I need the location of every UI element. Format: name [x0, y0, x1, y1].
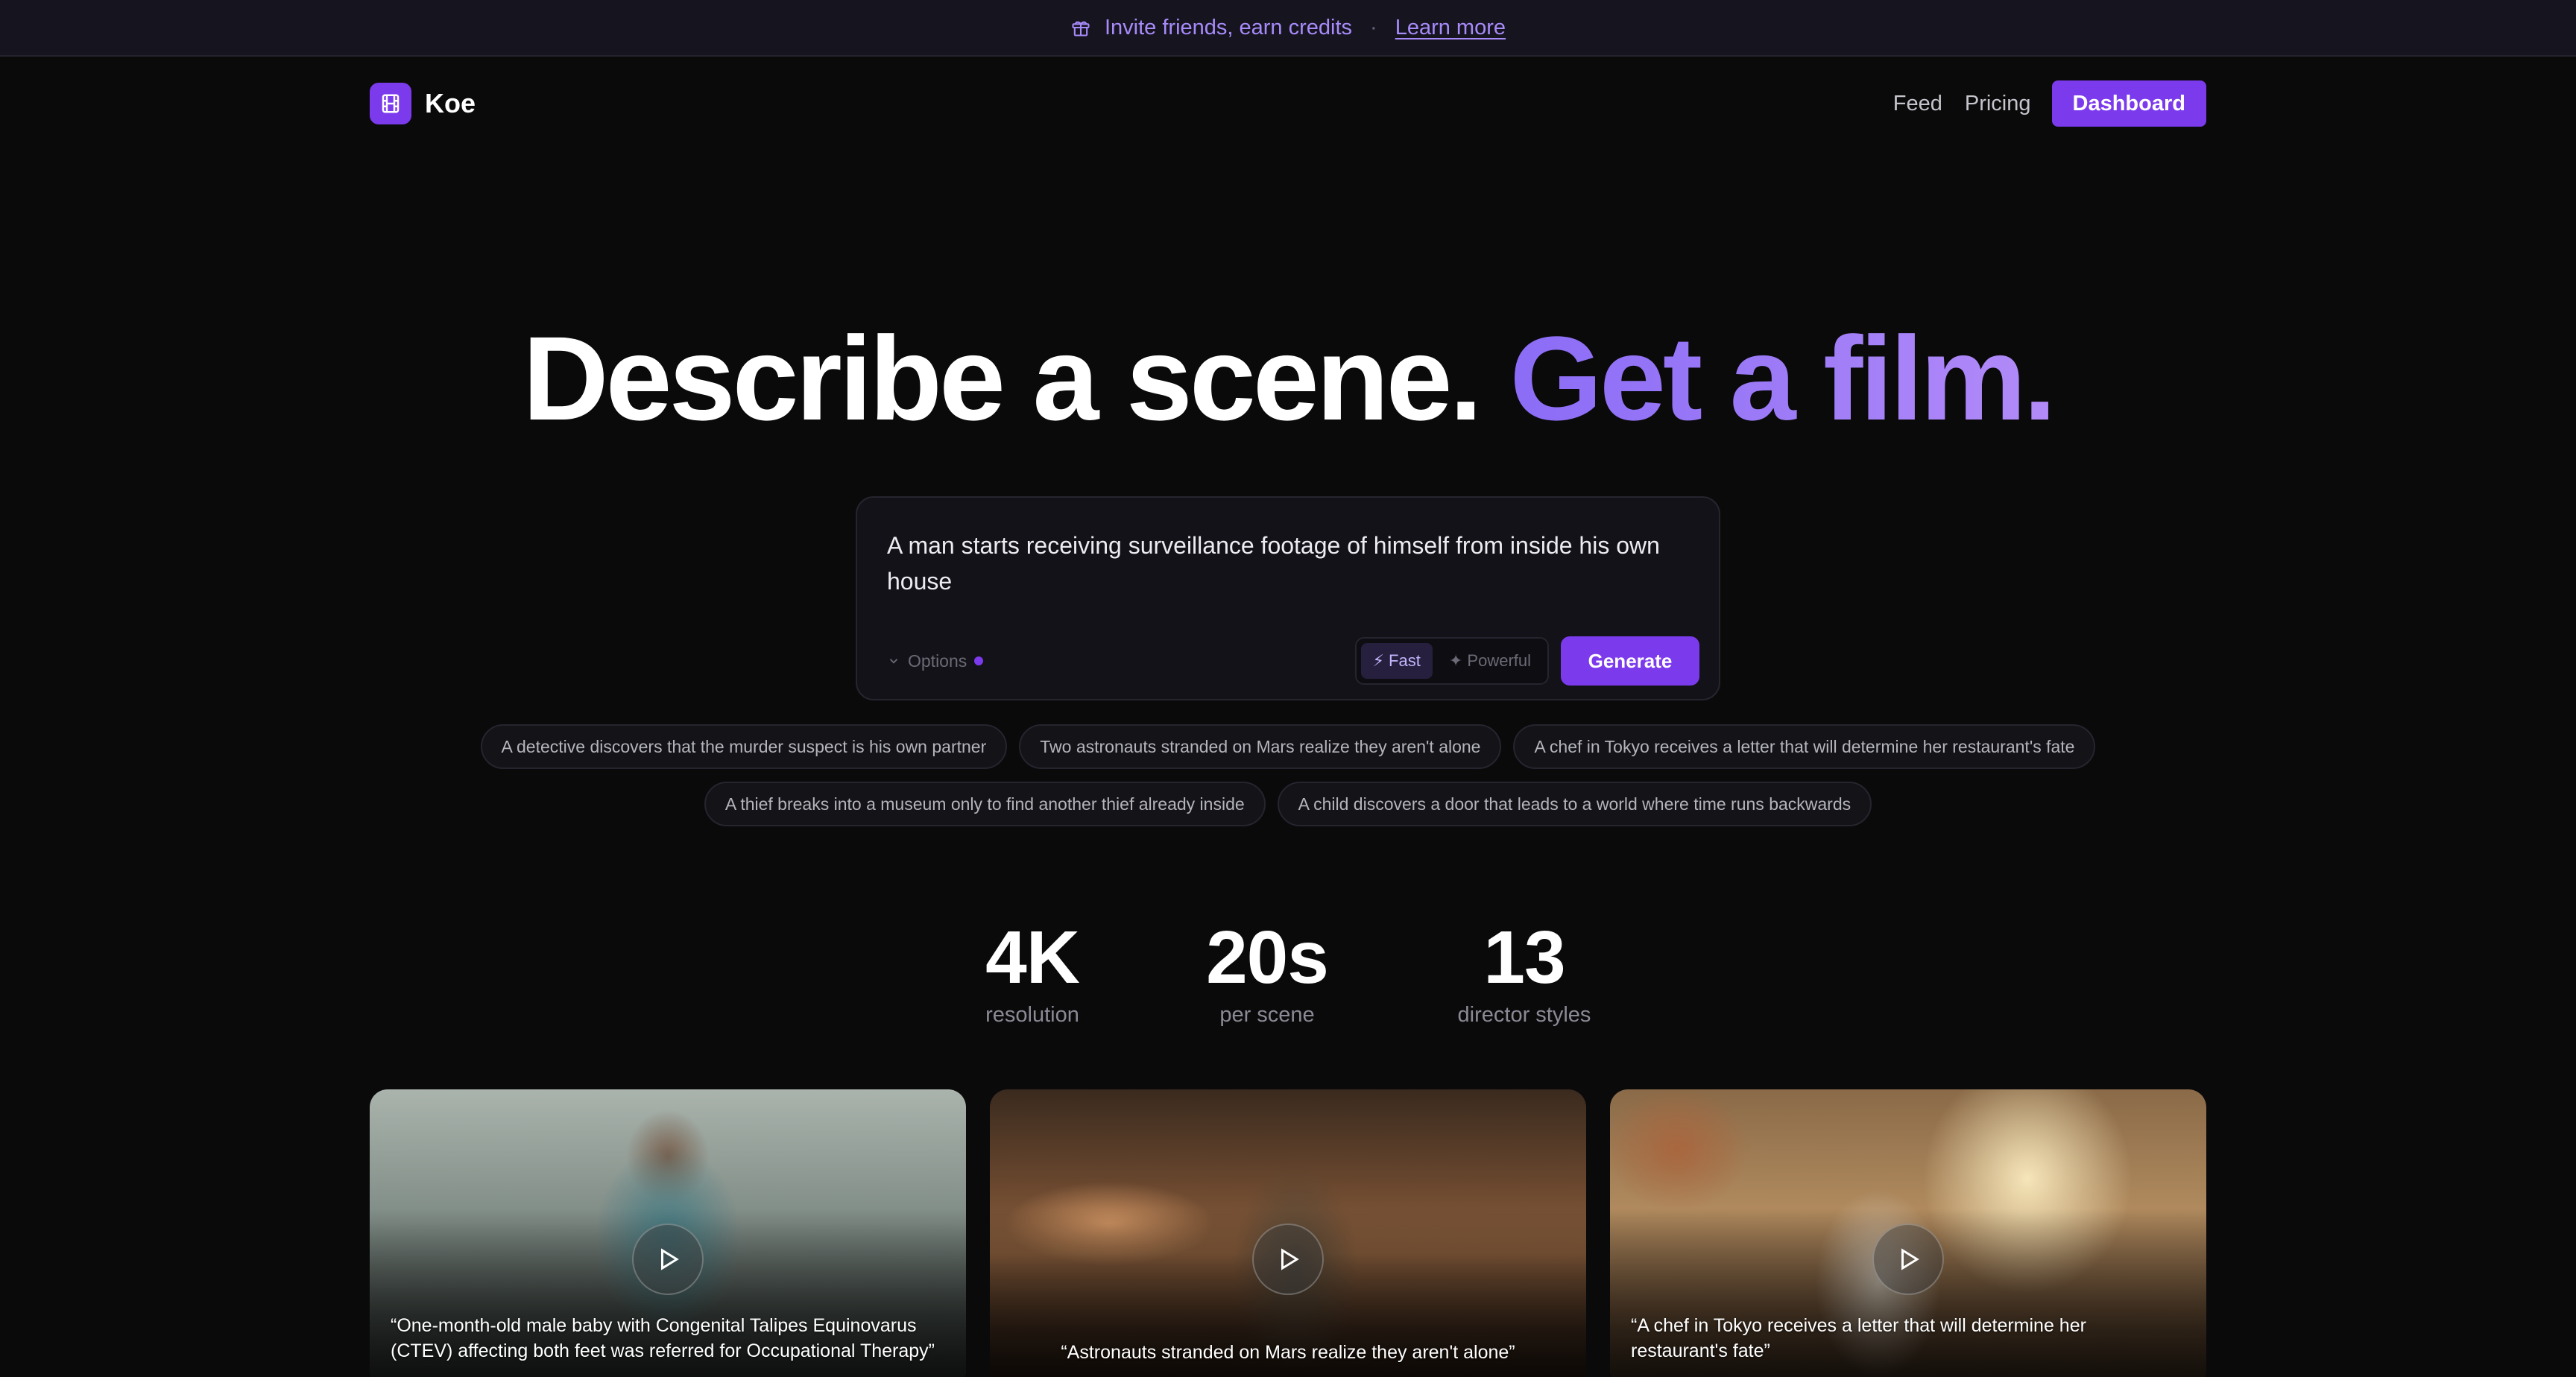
stat-resolution: 4K resolution	[962, 917, 1103, 1028]
suggestion-chip[interactable]: A child discovers a door that leads to a…	[1277, 782, 1872, 826]
announcement-text: Invite friends, earn credits	[1104, 15, 1353, 39]
learn-more-link[interactable]: Learn more	[1395, 16, 1506, 40]
gift-icon	[1072, 21, 1090, 37]
hero-title-main: Describe a scene.	[523, 311, 1483, 445]
video-card[interactable]: “One-month-old male baby with Congenital…	[370, 1089, 966, 1377]
prompt-card: A man starts receiving surveillance foot…	[856, 496, 1720, 700]
mode-fast[interactable]: ⚡ Fast	[1360, 643, 1433, 679]
stat-label: per scene	[1219, 1003, 1315, 1027]
brand-name: Koe	[425, 88, 476, 118]
nav-link-feed[interactable]: Feed	[1892, 92, 1944, 116]
suggestions-row-1: A detective discovers that the murder su…	[0, 724, 2576, 769]
hero-title: Describe a scene. Get a film.	[0, 311, 2576, 446]
suggestions-row-2: A thief breaks into a museum only to fin…	[0, 782, 2576, 826]
prompt-footer: Options ⚡ Fast ✦ Powerful Generate	[887, 636, 1699, 686]
prompt-input[interactable]: A man starts receiving surveillance foot…	[887, 528, 1677, 599]
nav-link-pricing[interactable]: Pricing	[1963, 92, 2033, 116]
video-caption: “A chef in Tokyo receives a letter that …	[1631, 1315, 2086, 1361]
mode-toggle: ⚡ Fast ✦ Powerful	[1354, 637, 1549, 685]
video-card[interactable]: “Astronauts stranded on Mars realize the…	[990, 1089, 1586, 1377]
stat-value: 20s	[1206, 916, 1329, 999]
dashboard-button[interactable]: Dashboard	[2051, 80, 2206, 127]
play-icon[interactable]	[632, 1224, 704, 1295]
stat-label: director styles	[1457, 1003, 1591, 1027]
suggestion-chip[interactable]: A chef in Tokyo receives a letter that w…	[1513, 724, 2096, 769]
chevron-down-icon	[889, 659, 898, 664]
brand[interactable]: Koe	[370, 83, 476, 124]
stat-value: 13	[1483, 916, 1565, 999]
nav-links: Feed Pricing Dashboard	[1892, 80, 2206, 127]
suggestion-chip[interactable]: Two astronauts stranded on Mars realize …	[1019, 724, 1502, 769]
film-logo-icon	[370, 83, 411, 124]
stat-duration: 20s per scene	[1185, 917, 1349, 1028]
options-toggle[interactable]: Options	[887, 650, 984, 671]
announcement-bar: Invite friends, earn credits · Learn mor…	[0, 0, 2576, 57]
play-icon[interactable]	[1872, 1224, 1944, 1295]
stat-value: 4K	[985, 916, 1080, 999]
suggestion-chip[interactable]: A detective discovers that the murder su…	[480, 724, 1008, 769]
suggestion-chip[interactable]: A thief breaks into a museum only to fin…	[704, 782, 1266, 826]
video-caption: “One-month-old male baby with Congenital…	[391, 1315, 935, 1361]
prompt-controls: ⚡ Fast ✦ Powerful Generate	[1354, 636, 1699, 686]
options-label: Options	[908, 650, 967, 671]
video-card[interactable]: “A chef in Tokyo receives a letter that …	[1610, 1089, 2206, 1377]
announcement-separator: ·	[1370, 15, 1377, 39]
navbar: Koe Feed Pricing Dashboard	[370, 80, 2206, 127]
options-indicator-dot	[974, 656, 984, 665]
mode-powerful[interactable]: ✦ Powerful	[1437, 643, 1543, 679]
stat-styles: 13 director styles	[1439, 917, 1610, 1028]
page: Invite friends, earn credits · Learn mor…	[0, 0, 2576, 1377]
stat-label: resolution	[985, 1003, 1079, 1027]
video-caption: “Astronauts stranded on Mars realize the…	[1061, 1342, 1515, 1363]
play-icon[interactable]	[1252, 1224, 1324, 1295]
hero-title-accent: Get a film.	[1509, 311, 2056, 445]
generate-button[interactable]: Generate	[1561, 636, 1699, 686]
